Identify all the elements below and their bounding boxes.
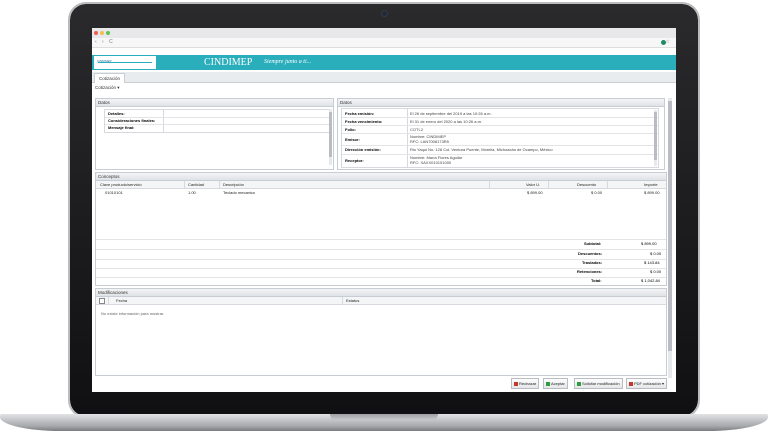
col-valor[interactable]: Valor U. [526,182,540,187]
fecha-emision-label: Fecha emisión: [345,111,375,116]
panel-title: Datos [338,99,664,107]
reject-icon [514,382,518,386]
page-scrollbar[interactable] [668,98,672,378]
close-dot-icon[interactable] [94,31,98,35]
aceptar-label: Aceptar [551,381,565,386]
col-descuento[interactable]: Descuento [577,182,596,187]
webcam [381,10,388,17]
datos-left-panel: Datos Detalles: Consideraciones finales:… [95,98,334,170]
receptor-label: Receptor: [345,158,364,163]
panel-title: Datos [96,99,333,107]
retenciones-label: Retenciones: [577,269,603,274]
datos-left-scrollbar[interactable] [329,109,332,165]
fecha-vencimiento-label: Fecha vencimiento: [345,119,383,124]
col-fecha[interactable]: Fecha [116,298,127,303]
select-all-checkbox[interactable] [99,298,105,304]
row-descripcion: Teclado mecanico [223,190,256,195]
retenciones-value: $ 0.00 [650,269,662,274]
browser-nav-icons[interactable]: ‹ › C [95,39,115,45]
company-logo: CINDIMEP [94,56,156,69]
browser-tab-bar [92,28,676,38]
mensaje-label: Mensaje final: [108,125,135,130]
col-clave[interactable]: Clave producto/servicio [100,182,142,187]
folio-label: Folio: [345,127,356,132]
cotizacion-menu[interactable]: Cotización ▾ [95,85,120,91]
minimize-dot-icon[interactable] [100,31,104,35]
descuentos-value: $ 0.00 [650,251,662,256]
tab-cotizacion[interactable]: Cotización [94,73,126,83]
receptor-rfc: RFC: XAXX010101000 [410,160,452,165]
descuentos-label: Descuentos: [578,251,603,256]
consideraciones-label: Consideraciones finales: [108,118,156,123]
row-descuento: $ 0.00 [591,190,603,195]
pdf-label: PDF cotización ▾ [634,381,665,386]
emisor-rfc: RFC: LAN7008173R5 [410,139,449,144]
modificaciones-header-row: Fecha Estatus [96,297,666,305]
panel-title: Conceptos [96,173,666,181]
detalles-label: Detalles: [108,111,125,116]
fecha-vencimiento-value: El 31 de enero del 2020 a las 10:26 a.m. [410,119,483,124]
direccion-value: Rio Yaqui No. 128 Col. Ventura Puente, M… [410,147,553,152]
datos-right-panel: Datos Fecha emisión: El 26 de septiembre… [337,98,665,170]
bookmark-star-icon[interactable]: ☆ [666,39,670,45]
screen: ‹ › C ☆ CINDIMEP CINDIMEP Siempre junto … [92,28,676,392]
brand-slogan: Siempre junto a ti... [264,59,312,65]
col-cantidad[interactable]: Cantidad [188,182,204,187]
pdf-cotizacion-button[interactable]: PDF cotización ▾ [626,378,668,389]
edit-icon [577,382,581,386]
empty-message: No existe información para mostrar. [101,311,165,316]
check-icon [546,382,550,386]
col-importe[interactable]: Importe [644,182,658,187]
row-importe: $ 899.00 [644,190,660,195]
solicitar-label: Solicitar modificación [582,381,620,386]
traslados-label: Traslados: [582,260,603,265]
rechazar-button[interactable]: Rechazar [511,378,540,389]
subtotal-value: $ 899.00 [641,241,657,246]
row-valor: $ 899.00 [527,190,543,195]
browser-address-bar[interactable]: ‹ › C ☆ [92,38,676,48]
total-value: $ 1,042.84 [641,278,660,283]
folio-value: COTI-2 [410,127,424,132]
datos-right-scrollbar[interactable] [654,110,657,166]
conceptos-header-row: Clave producto/servicio Cantidad Descrip… [96,181,666,189]
total-label: Total: [591,278,602,283]
maximize-dot-icon[interactable] [106,31,110,35]
pdf-icon [629,382,633,386]
row-clave: 01010101 [105,190,123,195]
emisor-label: Emisor: [345,137,360,142]
panel-title: Modificaciones [96,289,666,297]
conceptos-panel: Conceptos Clave producto/servicio Cantid… [95,172,667,286]
quote-info-grid: Fecha emisión: El 26 de septiembre del 2… [341,108,659,168]
row-cantidad: 1.00 [188,190,196,195]
modificaciones-panel: Modificaciones Fecha Estatus No existe i… [95,288,667,376]
tab-strip: Cotización [92,72,676,83]
rechazar-label: Rechazar [519,381,537,386]
details-form: Detalles: Consideraciones finales: Mensa… [104,109,330,133]
col-estatus[interactable]: Estatus [346,298,359,303]
traslados-value: $ 143.84 [644,260,660,265]
laptop-notch [330,414,438,420]
logo-underline [98,62,152,63]
app-banner: CINDIMEP CINDIMEP Siempre junto a ti... [92,55,676,70]
solicitar-modificacion-button[interactable]: Solicitar modificación [574,378,623,389]
aceptar-button[interactable]: Aceptar [543,378,568,389]
col-descripcion[interactable]: Descripción [223,182,244,187]
fecha-emision-value: El 26 de septiembre del 2019 a las 10:26… [410,111,492,116]
subtotal-label: Subtotal: [584,241,602,246]
brand-name: CINDIMEP [204,57,253,68]
direccion-label: Dirección emisión: [345,147,381,152]
table-row[interactable]: 01010101 1.00 Teclado mecanico $ 899.00 … [96,189,666,196]
